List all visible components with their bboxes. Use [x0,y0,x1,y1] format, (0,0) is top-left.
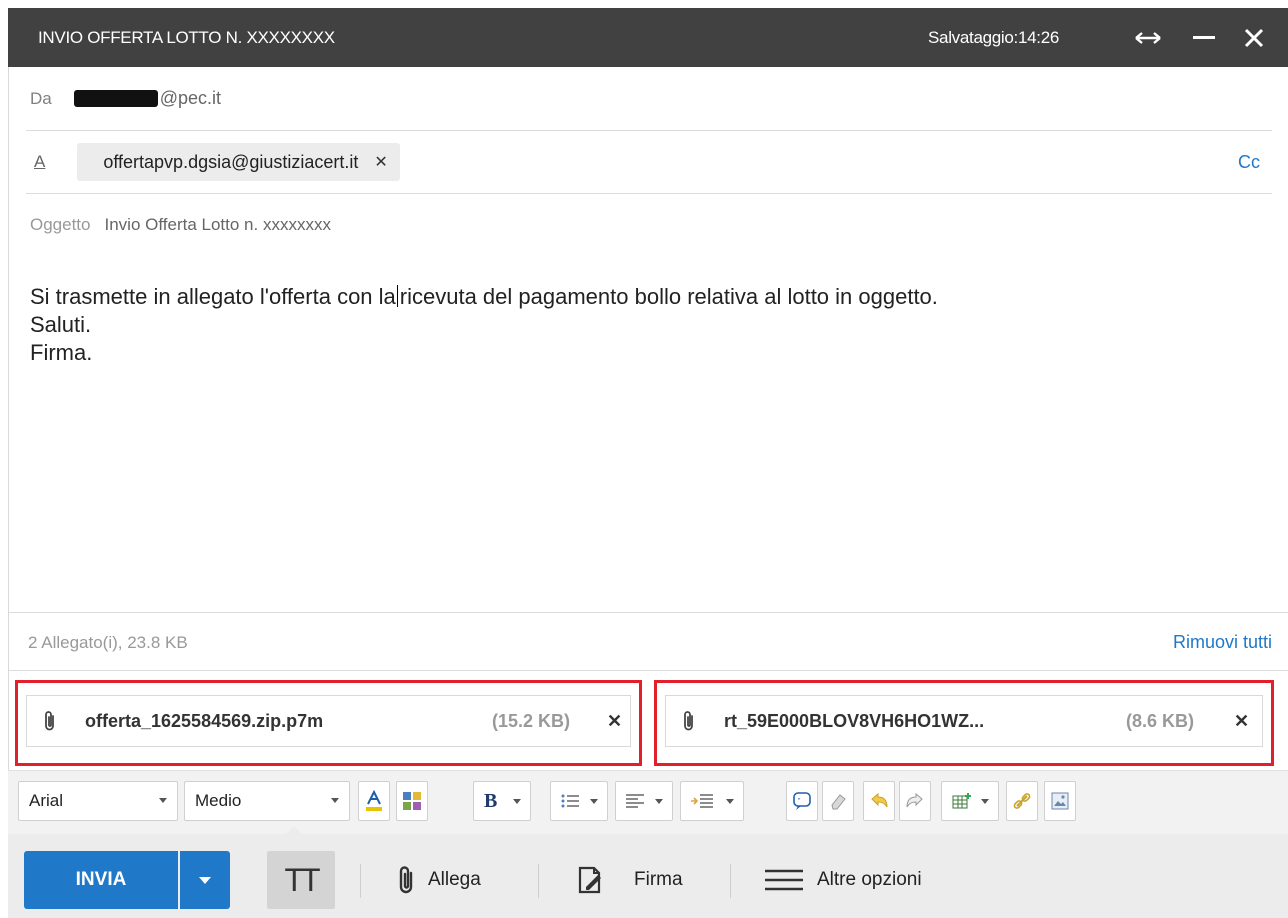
expand-icon[interactable] [1132,22,1164,54]
font-size-select[interactable]: Medio [184,781,350,821]
paperclip-icon [682,710,696,737]
subject-row[interactable]: Oggetto Invio Offerta Lotto n. xxxxxxxx [26,194,1272,256]
attachment-item[interactable]: rt_59E000BLOV8VH6HO1WZ... (8.6 KB) ✕ [654,680,1274,766]
body-line-1: Si trasmette in allegato l'offerta con l… [30,284,938,309]
attachments-summary: 2 Allegato(i), 23.8 KB [28,633,188,652]
message-body[interactable]: Si trasmette in allegato l'offerta con l… [30,283,1270,367]
svg-text:”: ” [798,798,801,805]
formatting-toolbar: Arial Medio B ” [8,770,1288,834]
remove-all-link[interactable]: Rimuovi tutti [1173,632,1272,653]
to-label[interactable]: A [34,152,45,172]
window-titlebar: INVIO OFFERTA LOTTO N. XXXXXXXX Salvatag… [8,8,1288,67]
more-options-button[interactable]: Altre opzioni [763,851,922,909]
cc-link[interactable]: Cc [1238,152,1260,173]
attachments-divider-2 [8,670,1288,671]
quote-icon[interactable]: ” [786,781,818,821]
attachment-size: (8.6 KB) [1126,710,1195,731]
attachment-card[interactable]: rt_59E000BLOV8VH6HO1WZ... (8.6 KB) ✕ [665,695,1263,747]
close-icon[interactable] [1238,22,1270,54]
action-bar: INVIA TT Allega Firma Altre opzioni [8,834,1288,918]
minimize-icon[interactable] [1188,22,1220,54]
remove-recipient-icon[interactable]: ✕ [374,152,387,172]
body-line-3: Firma. [30,340,93,365]
menu-icon [765,869,803,891]
redo-icon[interactable] [899,781,931,821]
paperclip-icon [43,710,57,737]
send-options-button[interactable] [180,851,230,909]
attachment-item[interactable]: offerta_1625584569.zip.p7m (15.2 KB) ✕ [15,680,642,766]
to-row[interactable]: A offertapvp.dgsia@giustiziacert.it ✕ Cc [26,131,1272,194]
recipient-chip[interactable]: offertapvp.dgsia@giustiziacert.it ✕ [77,143,400,181]
table-icon[interactable] [941,781,999,821]
remove-attachment-icon[interactable]: ✕ [1234,711,1249,732]
undo-icon[interactable] [863,781,895,821]
attachment-name: offerta_1625584569.zip.p7m [85,710,324,731]
redacted-username [73,90,158,107]
recipient-address: offertapvp.dgsia@giustiziacert.it [103,151,359,172]
attachments-divider [8,612,1288,613]
attachment-name: rt_59E000BLOV8VH6HO1WZ... [724,710,985,731]
text-format-toggle[interactable]: TT [267,851,335,909]
text-format-icon: TT [284,861,320,898]
indent-icon[interactable] [680,781,744,821]
save-status: Salvataggio:14:26 [928,27,1060,47]
highlight-icon[interactable] [396,781,428,821]
font-color-icon[interactable] [358,781,390,821]
text-caret [396,285,398,307]
attach-button[interactable]: Allega [398,851,481,909]
paperclip-icon [399,866,413,894]
signature-button[interactable]: Firma [576,851,683,909]
link-icon[interactable] [1006,781,1038,821]
bullet-list-icon[interactable] [550,781,608,821]
separator [538,864,539,898]
bold-icon[interactable]: B [473,781,531,821]
separator [730,864,731,898]
send-button[interactable]: INVIA [24,851,178,909]
attachment-card[interactable]: offerta_1625584569.zip.p7m (15.2 KB) ✕ [26,695,631,747]
font-family-select[interactable]: Arial [18,781,178,821]
image-icon[interactable] [1044,781,1076,821]
from-label: Da [30,88,52,108]
signature-icon [578,866,601,894]
window-title: INVIO OFFERTA LOTTO N. XXXXXXXX [38,27,335,47]
eraser-icon[interactable] [822,781,854,821]
from-row: Da @pec.it [26,67,1272,131]
remove-attachment-icon[interactable]: ✕ [607,711,622,732]
attachment-size: (15.2 KB) [492,710,571,731]
body-line-2: Saluti. [30,312,92,337]
subject-label: Oggetto [30,215,91,234]
separator [360,864,361,898]
align-icon[interactable] [615,781,673,821]
from-address: @pec.it [159,88,222,108]
subject-input[interactable]: Invio Offerta Lotto n. xxxxxxxx [105,215,331,235]
